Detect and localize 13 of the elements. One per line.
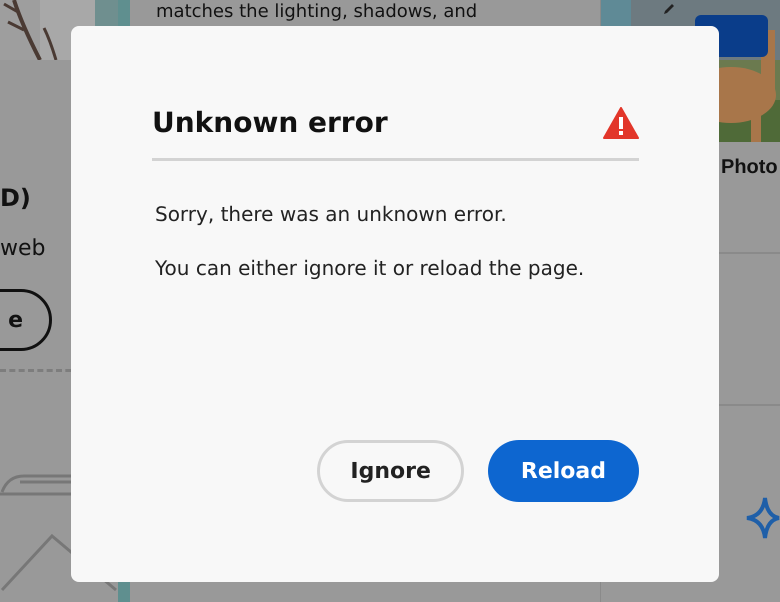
card-text: matches the lighting, shadows, and (156, 2, 478, 22)
card-button[interactable]: e (0, 289, 52, 351)
pencil-icon[interactable] (662, 2, 676, 16)
reload-button[interactable]: Reload (488, 440, 639, 502)
card-text: web (0, 235, 46, 263)
dialog-title: Unknown error (152, 106, 388, 140)
dialog-message: You can either ignore it or reload the page. (155, 254, 586, 282)
card-title: D) (0, 183, 32, 214)
dialog-message: Sorry, there was an unknown error. (155, 200, 508, 228)
ignore-button[interactable]: Ignore (317, 440, 464, 502)
card-title: Photo (721, 155, 779, 180)
warning-icon (603, 106, 639, 139)
sparkle-icon (745, 496, 780, 540)
